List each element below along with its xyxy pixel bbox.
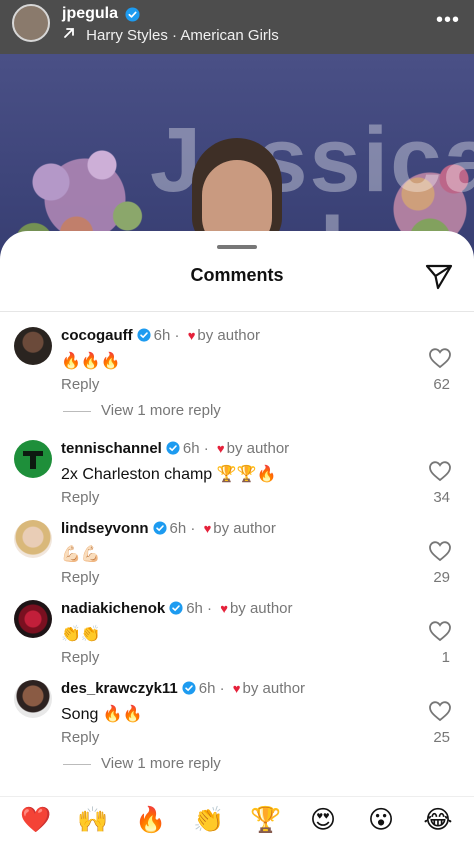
verified-badge-icon (137, 328, 151, 342)
liked-by-author: by author (226, 440, 290, 457)
more-horizontal-icon[interactable]: ••• (436, 9, 460, 32)
view-more-label: View 1 more reply (101, 755, 221, 772)
top-bar: jpegula Harry Styles · American Girls ••… (0, 0, 474, 54)
like-count: 25 (433, 729, 450, 746)
comment-text: 2x Charleston champ 🏆🏆🔥 (61, 466, 277, 483)
heart-outline-icon[interactable] (428, 620, 452, 642)
avatar[interactable] (14, 327, 52, 365)
comment-time: 6h (198, 680, 216, 697)
like-count: 1 (441, 649, 450, 666)
emoji-clap[interactable]: 👏 (193, 805, 224, 835)
reply-button[interactable]: Reply (61, 489, 99, 506)
like-count: 62 (433, 376, 450, 393)
audio-track[interactable]: Harry Styles · American Girls (62, 26, 279, 44)
verified-badge-icon (152, 521, 167, 535)
author-heart-icon: ♥ (216, 441, 225, 456)
comment-text: 💪🏻💪🏻 (61, 546, 101, 563)
emoji-laughing[interactable]: 😂 (423, 805, 453, 835)
comment-header: nadiakichenok 6h · ♥ by author (61, 600, 293, 617)
author-heart-icon: ♥ (232, 681, 241, 696)
paper-plane-icon[interactable] (424, 261, 454, 291)
author-heart-icon: ♥ (203, 521, 212, 536)
emoji-heart[interactable]: ❤️ (20, 805, 51, 835)
verified-badge-icon (169, 601, 183, 615)
reply-button[interactable]: Reply (61, 569, 99, 586)
avatar[interactable] (14, 520, 52, 558)
author-heart-icon: ♥ (187, 328, 196, 343)
verified-badge-icon (182, 681, 196, 695)
view-more-replies[interactable]: View 1 more reply (63, 755, 221, 772)
sheet-grabber[interactable] (217, 245, 257, 249)
comment-header: lindseyvonn 6h · ♥ by author (61, 520, 276, 537)
emoji-heart-eyes[interactable]: 😍 (308, 805, 338, 835)
heart-outline-icon[interactable] (428, 540, 452, 562)
liked-by-author: by author (197, 327, 260, 344)
liked-by-author: by author (213, 520, 276, 537)
comment-username[interactable]: nadiakichenok (61, 600, 165, 617)
comment-header: cocogauff 6h · ♥ by author (61, 327, 260, 344)
comment-username[interactable]: des_krawczyk11 (61, 680, 178, 697)
avatar[interactable] (14, 440, 52, 478)
emoji-astonished[interactable]: 😮 (366, 805, 396, 835)
comment-header: des_krawczyk11 6h · ♥ by author (61, 680, 306, 697)
reply-button[interactable]: Reply (61, 649, 99, 666)
reply-line (63, 763, 91, 765)
like-count: 34 (433, 489, 450, 506)
reply-button[interactable]: Reply (61, 729, 99, 746)
view-more-replies[interactable]: View 1 more reply (63, 402, 221, 419)
comment-username[interactable]: tennischannel (61, 440, 162, 457)
liked-by-author: by author (242, 680, 306, 697)
comment-text: 👏👏 (61, 626, 101, 643)
sheet-divider (0, 311, 474, 312)
author-heart-icon: ♥ (220, 601, 228, 616)
like-count: 29 (433, 569, 450, 586)
verified-badge-icon (166, 441, 180, 455)
comment-time: 6h (153, 327, 171, 344)
liked-by-author: by author (229, 600, 293, 617)
song-artist: Harry Styles (86, 27, 168, 44)
comment-username[interactable]: lindseyvonn (61, 520, 149, 537)
emoji-reaction-bar: ❤️ 🙌 🔥 👏 🏆 😍 😮 😂 (0, 796, 474, 844)
heart-outline-icon[interactable] (428, 347, 452, 369)
comment-time: 6h (186, 600, 203, 617)
comment-username[interactable]: cocogauff (61, 327, 133, 344)
emoji-fire[interactable]: 🔥 (135, 805, 166, 835)
view-more-label: View 1 more reply (101, 402, 221, 419)
comment-text: 🔥🔥🔥 (61, 353, 121, 370)
sheet-title: Comments (190, 265, 284, 285)
arrow-up-right-icon (64, 28, 74, 38)
reply-line (63, 410, 91, 412)
tennis-channel-logo (23, 451, 43, 469)
heart-outline-icon[interactable] (428, 460, 452, 482)
comment-time: 6h (169, 520, 187, 537)
emoji-trophy[interactable]: 🏆 (250, 805, 281, 835)
song-title: American Girls (180, 27, 279, 44)
comment-time: 6h (182, 440, 200, 457)
emoji-raised-hands[interactable]: 🙌 (77, 805, 108, 835)
comment-text: Song 🔥🔥 (61, 706, 143, 723)
avatar[interactable] (14, 600, 52, 638)
avatar[interactable] (14, 680, 52, 718)
reply-button[interactable]: Reply (61, 376, 99, 393)
poster-avatar[interactable] (12, 4, 50, 42)
heart-outline-icon[interactable] (428, 700, 452, 722)
verified-badge-icon (125, 7, 140, 22)
song-separator: · (172, 27, 178, 44)
poster-username[interactable]: jpegula (62, 5, 118, 23)
comment-header: tennischannel 6h · ♥ by author (61, 440, 290, 457)
comments-sheet: Comments cocogauff 6h · ♥ by author 🔥🔥🔥 Re… (0, 231, 474, 844)
